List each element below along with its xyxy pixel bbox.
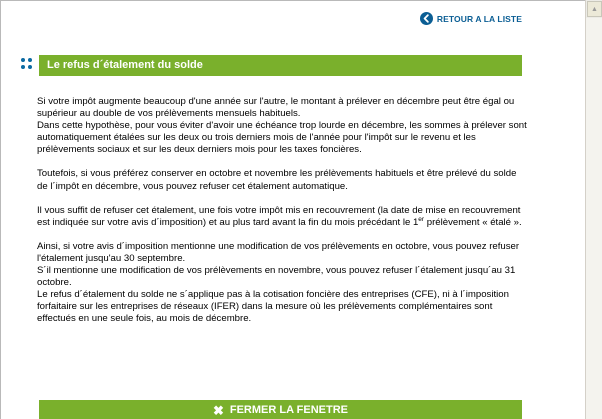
four-dots-icon <box>21 58 33 70</box>
paragraph-3-end: prélèvement « étalé ». <box>424 216 522 228</box>
paragraph-1-line-2: Dans cette hypothèse, pour vous éviter d… <box>37 120 527 156</box>
scroll-track[interactable] <box>586 18 602 419</box>
close-window-label: FERMER LA FENETRE <box>229 404 349 416</box>
back-to-list-label: RETOUR A LA LISTE <box>436 13 522 24</box>
paragraph-2: Toutefois, si vous préférez conserver en… <box>37 168 517 192</box>
paragraph-3: Il vous suffit de refuser cet étalement,… <box>37 205 527 229</box>
close-window-button[interactable]: ✖ FERMER LA FENETRE <box>39 400 522 419</box>
content-body: Si votre impôt augmente beaucoup d'une a… <box>37 96 527 338</box>
paragraph-4-line-2: S´il mentionne une modification de vos p… <box>37 265 516 289</box>
close-x-icon: ✖ <box>212 402 224 418</box>
paragraph-4-line-3: Le refus d´étalement du solde ne s´appli… <box>37 289 509 325</box>
paragraph-4-line-1: Ainsi, si votre avis d´imposition mentio… <box>37 240 520 264</box>
back-to-list-link[interactable]: RETOUR A LA LISTE <box>419 12 522 25</box>
paragraph-1-line-1: Si votre impôt augmente beaucoup d'une a… <box>37 96 515 120</box>
popup-window: RETOUR A LA LISTE Le refus d´étalement d… <box>0 0 602 419</box>
back-arrow-icon <box>419 12 433 25</box>
vertical-scrollbar[interactable]: ▲ <box>585 0 602 419</box>
section-title: Le refus d´étalement du solde <box>39 55 522 76</box>
scroll-up-arrow-icon[interactable]: ▲ <box>587 1 602 17</box>
